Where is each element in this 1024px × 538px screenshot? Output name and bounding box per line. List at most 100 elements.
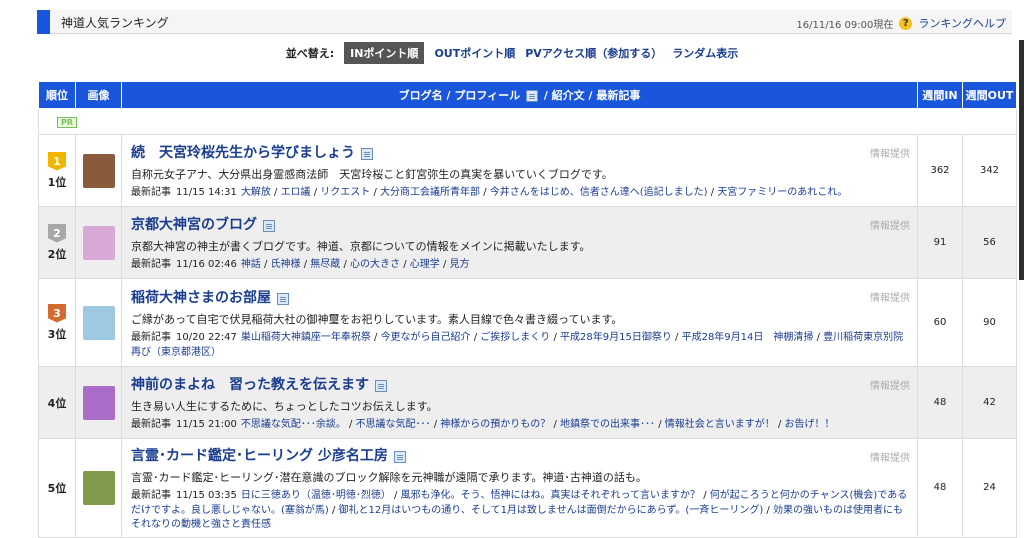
separator: / [439, 259, 450, 271]
header-accent [37, 10, 50, 34]
scrollbar[interactable] [1019, 40, 1024, 280]
article-link[interactable]: 御礼と12月はいつもの通り、そして1月は致しませんは面倒だからにあらず。(一斉ヒ… [339, 505, 764, 516]
profile-icon[interactable] [277, 293, 289, 305]
rank-medal-icon: 2 [48, 223, 66, 243]
article-link[interactable]: 平成28年9月15日御祭り [560, 332, 672, 343]
sort-pv-access[interactable]: PVアクセス順（参加する） [525, 45, 662, 61]
article-link[interactable]: 神話 [241, 259, 261, 270]
blog-intro: 生き易い人生にするために、ちょっとしたコツお伝えします。 [131, 400, 438, 414]
article-link[interactable]: 日に三徳あり（温徳･明徳･烈徳） [241, 490, 391, 501]
report-link[interactable]: 情報提供 [870, 449, 910, 464]
article-link[interactable]: 巣山稲荷大神鎮座一年奉祝祭 [241, 332, 371, 343]
ranking-help-link[interactable]: ランキングヘルプ [918, 15, 1006, 31]
article-link[interactable]: 大解放 [241, 187, 271, 198]
blog-thumbnail[interactable] [82, 385, 115, 420]
recent-label: 最新記事 [131, 259, 171, 271]
report-link[interactable]: 情報提供 [870, 377, 910, 392]
report-link[interactable]: 情報提供 [870, 217, 910, 232]
profile-icon[interactable] [361, 148, 373, 161]
header-rank: 順位 [38, 81, 76, 109]
separator: / [707, 187, 718, 199]
article-link[interactable]: 平成28年9月14日 神棚清掃 [682, 332, 814, 343]
article-link[interactable]: リクエスト [320, 187, 370, 198]
header-weekly-out[interactable]: 週間OUT [962, 81, 1017, 109]
rank-label: 3位 [47, 327, 67, 341]
weekly-in-value: 91 [917, 206, 963, 279]
blog-title-link[interactable]: 稲荷大神さまのお部屋 [131, 287, 271, 307]
article-link[interactable]: 不思議な気配･･･ [356, 419, 431, 430]
blog-title-link[interactable]: 言霊･カード鑑定･ヒーリング 少彦名工房 [131, 445, 388, 465]
article-link[interactable]: 見方 [450, 259, 470, 270]
blog-thumbnail[interactable] [82, 225, 115, 260]
profile-icon[interactable] [393, 451, 406, 463]
separator: / [655, 419, 665, 431]
blog-thumbnail[interactable] [82, 305, 115, 340]
help-icon[interactable]: ? [899, 16, 913, 30]
article-link[interactable]: 神様からの預かりもの？ [440, 419, 550, 430]
article-link[interactable]: 心の大きさ [350, 259, 400, 270]
separator: / [370, 332, 381, 343]
article-link[interactable]: 天宮ファミリーのあれこれ。 [717, 187, 847, 198]
separator: / [480, 187, 490, 199]
rank-label: 1位 [47, 175, 67, 189]
sort-random[interactable]: ランダム表示 [672, 45, 738, 61]
report-link[interactable]: 情報提供 [870, 145, 910, 160]
sort-in-points[interactable]: INポイント順 [344, 42, 425, 64]
report-link[interactable]: 情報提供 [870, 289, 910, 304]
article-link[interactable]: 今更ながら自己紹介 [381, 332, 471, 343]
sort-bar: 並べ替え: INポイント順 OUTポイント順 PVアクセス順（参加する） ランダ… [0, 42, 1024, 64]
recent-articles: 最新記事 11/15 03:35 日に三徳あり（温徳･明徳･烈徳） / 風邪も浄化。… [131, 489, 909, 533]
blog-entry: 稲荷大神さまのお部屋 情報提供 ご縁があって自宅で伏見稲荷大社の御神璽をお祀りしてい… [121, 278, 918, 367]
image-cell [75, 206, 122, 279]
image-cell [75, 366, 122, 439]
blog-title-link[interactable]: 京都大神宮のブログ [131, 214, 257, 234]
header-main-left: ブログ名 / プロフィール [398, 89, 521, 102]
weekly-out-value: 56 [962, 206, 1017, 279]
blog-intro: 自称元女子アナ、大分県出身霊感商法師 天宮玲桜こと釘宮弥生の真実を暴いていくブロ… [131, 168, 613, 182]
article-link[interactable]: 不思議な気配･･･余談。 [241, 419, 346, 430]
blog-title-link[interactable]: 続 天宮玲桜先生から学びましょう [131, 142, 355, 162]
profile-icon[interactable] [375, 380, 387, 393]
page-header: 神道人気ランキング 16/11/16 09:00現在 ? ランキングヘルプ [37, 10, 1012, 34]
profile-icon[interactable] [263, 220, 275, 233]
separator: / [774, 419, 785, 431]
article-link[interactable]: 地鎮祭での出来事･･･ [560, 419, 655, 430]
blog-thumbnail[interactable] [82, 470, 115, 505]
blog-entry: 京都大神宮のブログ 情報提供 京都大神宮の神主が書くブログです。神道、京都についての… [121, 206, 918, 279]
pr-row: PR [38, 108, 1017, 135]
weekly-out-value: 42 [962, 366, 1017, 439]
page-title: 神道人気ランキング [61, 16, 169, 30]
rank-cell: 2 2位 [38, 206, 76, 279]
article-link[interactable]: 氏神様 [271, 259, 301, 270]
table-row: 5位 言霊･カード鑑定･ヒーリング 少彦名工房 情報提供 言霊･カード鑑定･ヒーリング… [38, 438, 1017, 538]
article-link[interactable]: 無尽蔵 [310, 259, 340, 270]
header-meta: 16/11/16 09:00現在 ? ランキングヘルプ [796, 15, 1006, 31]
article-link[interactable]: ご挨拶しまくり [480, 332, 550, 343]
blog-entry: 言霊･カード鑑定･ヒーリング 少彦名工房 情報提供 言霊･カード鑑定･ヒーリング･潜… [121, 438, 918, 538]
rank-cell: 1 1位 [38, 134, 76, 207]
article-link[interactable]: 心理学 [410, 259, 440, 270]
blog-title-link[interactable]: 神前のまよね 習った教えを伝えます [131, 374, 369, 394]
recent-articles: 最新記事 11/16 02:46 神話 / 氏神様 / 無尽蔵 / 心の大きさ / … [131, 258, 909, 273]
article-link[interactable]: 風邪も浄化。そう、悟神にはね。真実はそれぞれって言いますか？ [401, 490, 701, 501]
article-link[interactable]: 大分商工会議所青年部 [380, 187, 480, 198]
separator: / [345, 419, 356, 431]
header-weekly-in[interactable]: 週間IN [917, 81, 963, 109]
blog-entry: 続 天宮玲桜先生から学びましょう 情報提供自称元女子アナ、大分県出身霊感商法師 天… [121, 134, 918, 207]
blog-thumbnail[interactable] [82, 153, 115, 188]
image-cell [75, 134, 122, 207]
recent-label: 最新記事 [131, 187, 171, 199]
sort-out-points[interactable]: OUTポイント順 [434, 45, 515, 61]
image-cell [75, 438, 122, 538]
separator: / [328, 504, 339, 516]
rank-cell: 4位 [38, 366, 76, 439]
separator: / [550, 332, 561, 343]
article-link[interactable]: 情報社会と言いますが！ [665, 419, 775, 430]
article-link[interactable]: お告げ！！ [785, 419, 835, 430]
weekly-out-value: 24 [962, 438, 1017, 538]
recent-time: 11/15 03:35 [176, 490, 237, 501]
separator: / [700, 490, 710, 501]
table-row: 2 2位 京都大神宮のブログ 情報提供 京都大神宮の神主が書くブログです。神道、京都につ… [38, 206, 1017, 279]
article-link[interactable]: エロ議 [281, 187, 311, 198]
article-link[interactable]: 今井さんをはじめ、信者さん達へ(追記しました) [490, 187, 708, 198]
